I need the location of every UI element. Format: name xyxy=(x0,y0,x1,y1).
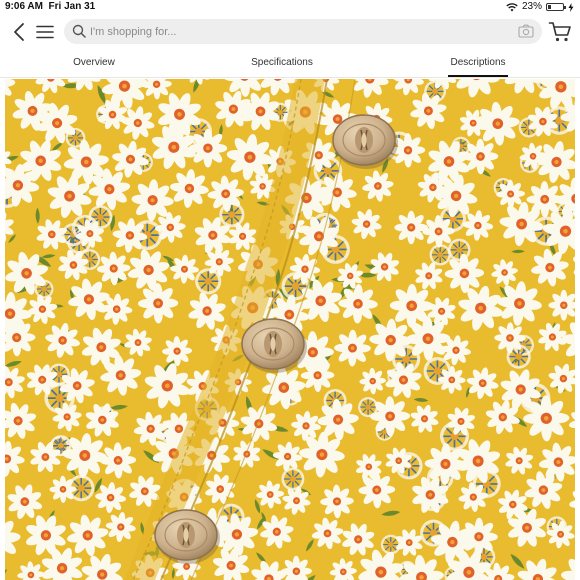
battery-percent: 23% xyxy=(521,1,542,12)
charging-icon xyxy=(568,2,574,12)
active-tab-indicator xyxy=(448,75,508,77)
blue-flower-motif xyxy=(429,244,451,266)
cart-icon[interactable] xyxy=(548,21,572,43)
search-input[interactable] xyxy=(90,22,490,41)
tab-descriptions[interactable]: Descriptions xyxy=(430,50,526,77)
status-bar: 9:06 AM Fri Jan 31 23% xyxy=(0,0,580,14)
tab-specifications[interactable]: Specifications xyxy=(222,50,342,77)
daisy-motif xyxy=(188,128,228,168)
date-text: Fri Jan 31 xyxy=(48,1,96,12)
chevron-left-icon[interactable] xyxy=(10,22,28,42)
product-photo xyxy=(5,79,575,580)
wifi-icon xyxy=(506,2,518,11)
hamburger-menu-icon[interactable] xyxy=(36,23,54,41)
search-icon xyxy=(72,24,86,38)
search-bar[interactable] xyxy=(64,19,542,44)
battery-fill xyxy=(548,5,551,9)
tab-overview[interactable]: Overview xyxy=(44,50,144,77)
blue-flower-motif xyxy=(281,467,305,491)
blue-flower-motif xyxy=(195,268,222,295)
product-tabs: Overview Specifications Descriptions xyxy=(0,50,580,78)
battery-icon xyxy=(546,3,566,11)
status-indicators: 23% xyxy=(506,0,574,14)
status-time: 9:06 AM Fri Jan 31 xyxy=(5,0,95,14)
top-nav-bar xyxy=(0,14,580,50)
floral-fabric-image xyxy=(5,79,575,580)
camera-icon[interactable] xyxy=(518,24,534,38)
daisy-motif xyxy=(394,210,428,245)
time-text: 9:06 AM xyxy=(5,1,43,12)
